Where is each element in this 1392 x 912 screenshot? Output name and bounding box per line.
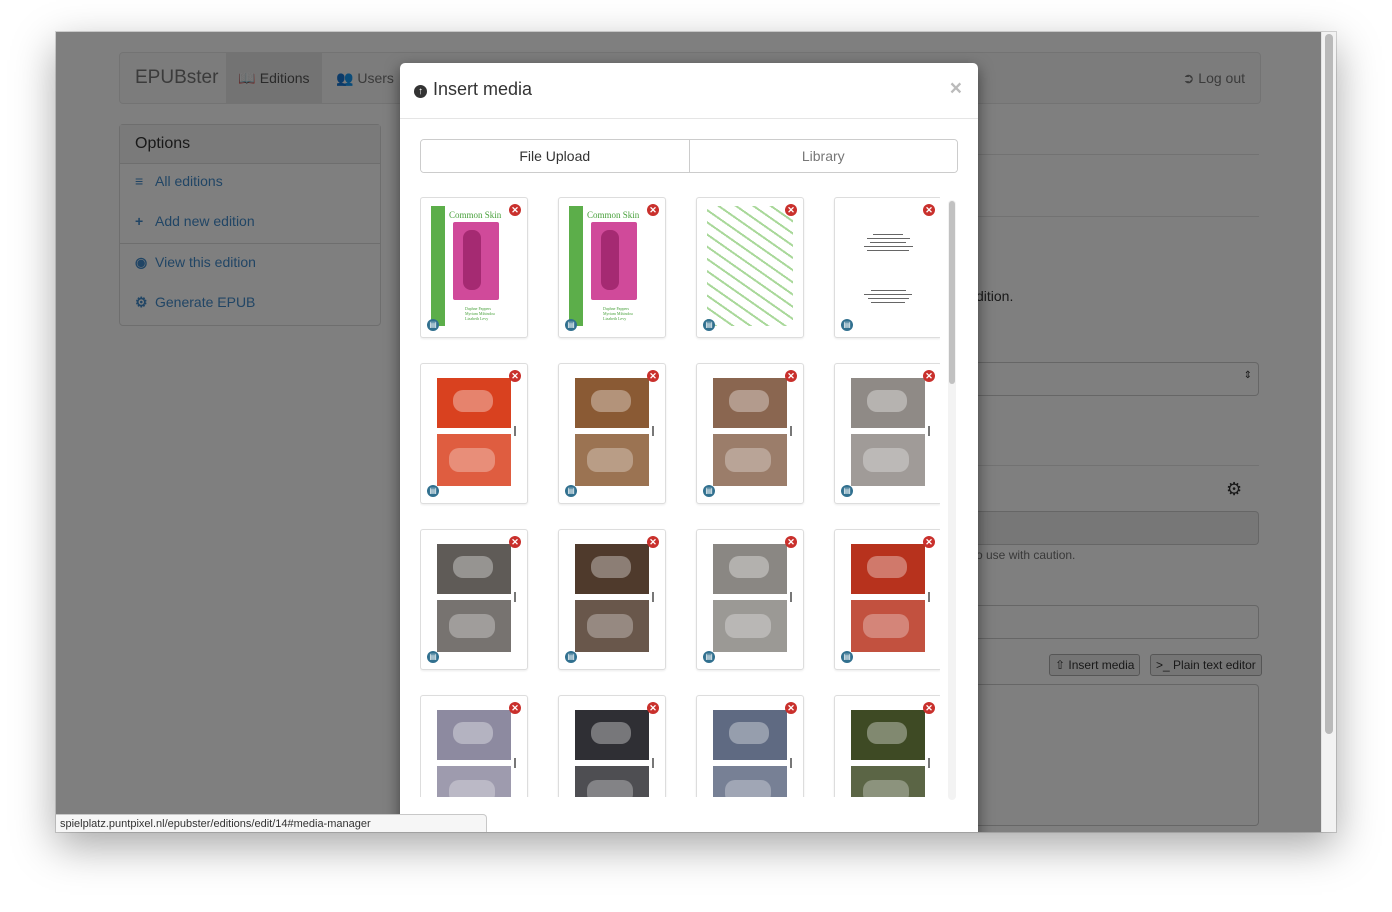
media-thumbnail [431, 538, 517, 658]
media-item[interactable]: Common Skin Daphne Pappers Myriam Mihindou… [420, 197, 528, 338]
file-icon[interactable]: ▤ [841, 485, 853, 497]
media-item[interactable]: ✕▤ [834, 363, 940, 504]
delete-icon[interactable]: ✕ [923, 204, 935, 216]
file-icon[interactable]: ▤ [841, 319, 853, 331]
file-icon[interactable]: ▤ [841, 651, 853, 663]
media-item[interactable]: ✕▤ [696, 529, 804, 670]
media-thumbnail [431, 372, 517, 492]
delete-icon[interactable]: ✕ [785, 370, 797, 382]
delete-icon[interactable]: ✕ [923, 536, 935, 548]
delete-icon[interactable]: ✕ [647, 204, 659, 216]
upload-circle-icon: ↑ [414, 85, 427, 98]
cover-author: Lizabeth Levy [603, 316, 627, 321]
delete-icon[interactable]: ✕ [509, 702, 521, 714]
delete-icon[interactable]: ✕ [647, 536, 659, 548]
page-scrollbar[interactable] [1321, 32, 1336, 832]
media-item[interactable]: ✕▤ [834, 695, 940, 797]
media-thumbnail [845, 538, 931, 658]
media-item[interactable]: ✕▤ [420, 363, 528, 504]
delete-icon[interactable]: ✕ [509, 370, 521, 382]
delete-icon[interactable]: ✕ [785, 702, 797, 714]
media-thumbnail [707, 206, 793, 326]
media-item[interactable]: ✕▤ [558, 363, 666, 504]
browser-window: EPUBster 📖 Editions 👥 Users ➲ Log out Op… [56, 32, 1336, 832]
tab-file-upload[interactable]: File Upload [421, 140, 690, 172]
file-icon[interactable]: ▤ [427, 485, 439, 497]
file-icon[interactable]: ▤ [703, 485, 715, 497]
file-icon[interactable]: ▤ [427, 651, 439, 663]
close-button[interactable]: × [950, 77, 962, 101]
media-thumbnail [569, 704, 655, 797]
delete-icon[interactable]: ✕ [785, 204, 797, 216]
cover-title: Common Skin [587, 210, 640, 220]
delete-icon[interactable]: ✕ [923, 702, 935, 714]
media-item[interactable]: ✕▤ [558, 529, 666, 670]
modal-title-text: Insert media [433, 79, 533, 99]
media-thumbnail: Common Skin Daphne Pappers Myriam Mihindou… [569, 206, 655, 326]
media-grid: Common Skin Daphne Pappers Myriam Mihindou… [420, 197, 940, 797]
page-scrollbar-thumb[interactable] [1325, 34, 1333, 734]
media-tabs: File Upload Library [420, 139, 958, 173]
cover-title: Common Skin [449, 210, 502, 220]
media-thumbnail [707, 538, 793, 658]
modal-header: ↑ Insert media × [400, 63, 978, 119]
modal-title: ↑ Insert media [414, 79, 532, 100]
media-thumbnail [431, 704, 517, 797]
media-item[interactable]: ✕▤ [420, 695, 528, 797]
delete-icon[interactable]: ✕ [509, 204, 521, 216]
insert-media-modal: ↑ Insert media × File Upload Library Comm… [400, 63, 978, 832]
delete-icon[interactable]: ✕ [647, 370, 659, 382]
cover-author: Lizabeth Levy [465, 316, 489, 321]
file-icon[interactable]: ▤ [565, 485, 577, 497]
status-bar-url: spielplatz.puntpixel.nl/epubster/edition… [56, 814, 487, 832]
media-thumbnail [845, 206, 931, 326]
file-icon[interactable]: ▤ [427, 319, 439, 331]
media-thumbnail [707, 704, 793, 797]
media-scrollbar[interactable] [948, 200, 956, 800]
media-item[interactable]: Common Skin Daphne Pappers Myriam Mihindou… [558, 197, 666, 338]
media-thumbnail [845, 372, 931, 492]
file-icon[interactable]: ▤ [565, 319, 577, 331]
media-item[interactable]: ✕▤ [420, 529, 528, 670]
file-icon[interactable]: ▤ [703, 651, 715, 663]
file-icon[interactable]: ▤ [703, 319, 715, 331]
tab-library[interactable]: Library [689, 140, 957, 172]
media-item[interactable]: ✕▤ [834, 197, 940, 338]
delete-icon[interactable]: ✕ [647, 702, 659, 714]
media-thumbnail [707, 372, 793, 492]
media-item[interactable]: ✕▤ [834, 529, 940, 670]
media-item[interactable]: ✕▤ [696, 363, 804, 504]
delete-icon[interactable]: ✕ [923, 370, 935, 382]
file-icon[interactable]: ▤ [565, 651, 577, 663]
media-thumbnail [569, 372, 655, 492]
media-item[interactable]: ✕▤ [696, 197, 804, 338]
media-item[interactable]: ✕▤ [696, 695, 804, 797]
media-thumbnail: Common Skin Daphne Pappers Myriam Mihindou… [431, 206, 517, 326]
scrollbar-thumb[interactable] [949, 201, 955, 384]
media-thumbnail [569, 538, 655, 658]
delete-icon[interactable]: ✕ [509, 536, 521, 548]
delete-icon[interactable]: ✕ [785, 536, 797, 548]
media-item[interactable]: ✕▤ [558, 695, 666, 797]
media-thumbnail [845, 704, 931, 797]
